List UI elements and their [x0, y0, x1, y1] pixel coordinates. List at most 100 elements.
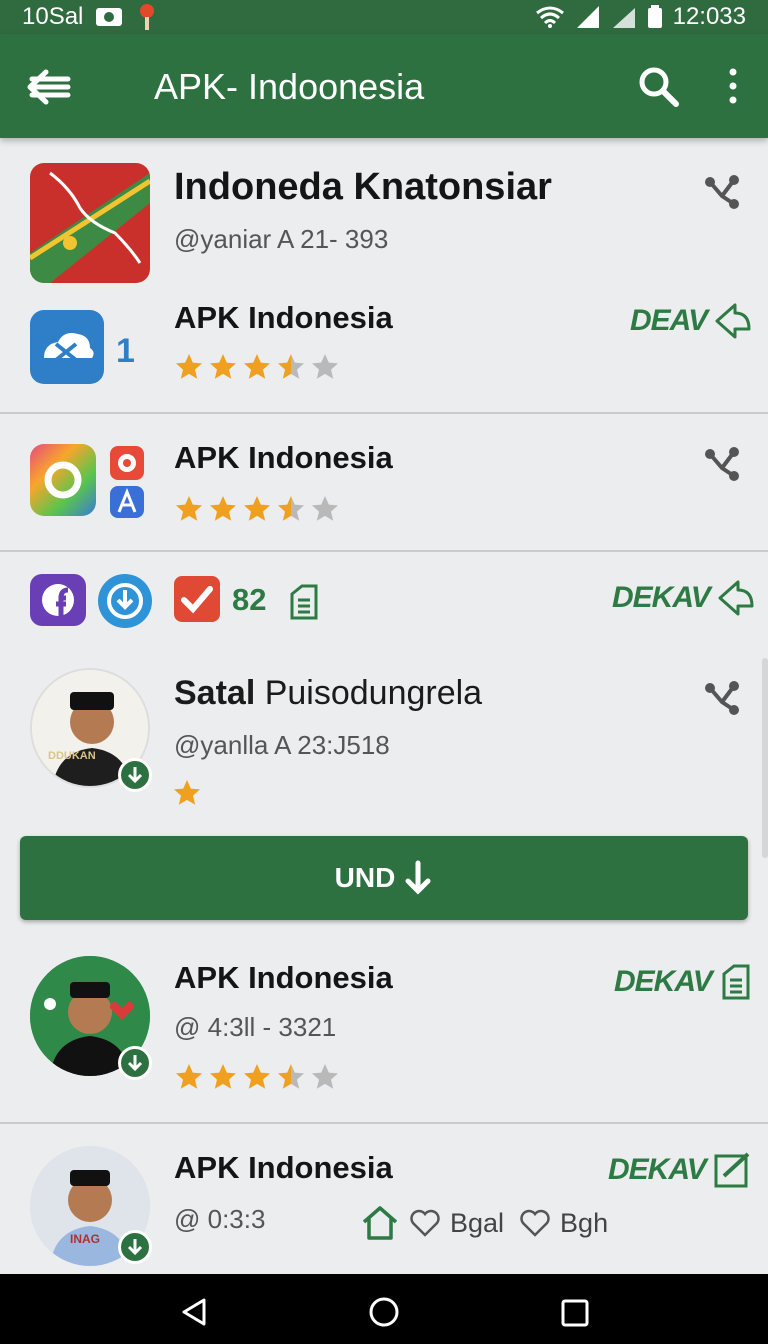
star-icon — [244, 354, 270, 379]
app-handle: @ 4:3ll - 3321 — [174, 1012, 337, 1042]
rating-stars — [172, 778, 202, 808]
star-icon — [312, 1064, 338, 1089]
app-meta: Bgal Bgh — [360, 1204, 608, 1242]
star-icon — [210, 354, 236, 379]
app-count: 1 — [116, 332, 135, 370]
nav-home-icon[interactable] — [368, 1296, 400, 1328]
divider — [0, 1122, 768, 1124]
status-time: 12:033 — [672, 3, 746, 30]
star-icon — [244, 496, 270, 521]
download-arrow-icon — [405, 860, 431, 895]
app-handle: @ 0:3:3 — [174, 1204, 266, 1234]
facebook-icon — [42, 584, 74, 618]
nav-back-icon[interactable] — [178, 1296, 210, 1328]
app-notification-icon — [140, 4, 155, 30]
app-title[interactable]: APK Indonesia — [174, 440, 393, 476]
clipboard-icon — [722, 964, 750, 1000]
app-bar: APK- Indoonesia — [0, 34, 768, 138]
app-title[interactable]: Satal Puisodungrela — [174, 674, 482, 713]
status-carrier: 10Sal — [22, 3, 84, 30]
home-icon[interactable] — [360, 1204, 400, 1242]
action-label: DEKAV — [614, 965, 713, 998]
signal-2-icon — [612, 8, 635, 28]
download-icon — [127, 767, 143, 784]
avatar-caption: DDUKAN — [48, 750, 96, 762]
app-icon-download[interactable] — [98, 574, 152, 628]
action-button[interactable]: DEKAV — [608, 1150, 754, 1190]
app-icon-tasks[interactable] — [174, 576, 220, 622]
avatar-caption: INAG — [70, 1232, 100, 1246]
app-title-bold: Satal — [174, 674, 256, 712]
indonesia-map-icon — [30, 163, 150, 283]
more-vert-icon[interactable] — [718, 64, 748, 108]
rating-stars — [174, 1062, 340, 1092]
download-badge[interactable] — [118, 1230, 152, 1264]
meta-tag: Bgh — [560, 1207, 609, 1238]
download-button-label: UND — [334, 862, 396, 893]
check-icon — [181, 586, 213, 614]
app-icon-facebook[interactable] — [30, 574, 86, 626]
divider — [0, 550, 768, 552]
star-icon — [312, 354, 338, 379]
action-button[interactable]: DEKAV — [612, 578, 756, 618]
app-icon-map[interactable] — [30, 163, 150, 283]
star-icon — [312, 496, 338, 521]
star-icon — [176, 354, 202, 379]
app-title[interactable]: APK Indonesia — [174, 300, 393, 336]
star-icon — [176, 1064, 202, 1089]
star-icon — [174, 780, 200, 805]
action-label: DEKAV — [612, 581, 711, 614]
action-arrow-icon — [718, 580, 754, 616]
app-title[interactable]: APK Indonesia — [174, 1150, 393, 1186]
heart-icon[interactable] — [408, 1207, 442, 1239]
action-label: DEKAV — [608, 1153, 707, 1186]
game-icon — [118, 454, 136, 472]
signal-icon — [576, 6, 599, 28]
action-arrow-icon — [715, 303, 751, 339]
download-icon — [107, 583, 143, 619]
download-badge[interactable] — [118, 758, 152, 792]
page-title: APK- Indoonesia — [154, 66, 425, 107]
store-a-icon — [117, 487, 137, 513]
system-nav-bar — [0, 1274, 768, 1344]
action-button[interactable]: DEKAV — [614, 962, 754, 1002]
app-handle: @yaniar A 21- 393 — [174, 224, 389, 254]
app-title-rest: Puisodungrela — [255, 674, 483, 712]
app-handle: @yanlla A 23:J518 — [174, 730, 390, 760]
search-icon[interactable] — [636, 64, 680, 108]
action-label: DEAV — [630, 304, 708, 337]
app-icon-camera[interactable] — [30, 444, 96, 516]
star-icon — [244, 1064, 270, 1089]
camera-ring-icon — [44, 461, 82, 499]
wifi-icon — [535, 6, 564, 28]
share-icon[interactable] — [702, 172, 742, 212]
app-title[interactable]: Indoneda Knatonsiar — [174, 166, 552, 209]
status-bar: 10Sal 12:033 — [0, 0, 768, 34]
app-icon-cloud[interactable] — [30, 310, 104, 384]
download-icon — [127, 1239, 143, 1256]
cloud-icon — [44, 333, 94, 362]
share-icon[interactable] — [702, 678, 742, 718]
star-icon — [210, 496, 236, 521]
download-badge[interactable] — [118, 1046, 152, 1080]
app-count: 82 — [232, 582, 267, 617]
rating-stars — [174, 352, 340, 382]
heart-icon[interactable] — [518, 1207, 552, 1239]
rating-stars — [174, 494, 340, 524]
app-icon-game[interactable] — [110, 446, 144, 480]
star-icon — [278, 354, 304, 379]
back-arrow-icon[interactable] — [26, 64, 72, 110]
clipboard-icon — [290, 584, 318, 620]
app-icon-store[interactable] — [110, 486, 144, 518]
photo-notification-icon — [96, 8, 123, 26]
star-icon — [278, 1064, 304, 1089]
app-title[interactable]: APK Indonesia — [174, 960, 393, 996]
action-button[interactable]: DEAV — [630, 301, 753, 341]
share-icon[interactable] — [702, 444, 742, 484]
download-button[interactable]: UND — [20, 836, 748, 920]
scrollbar[interactable] — [762, 658, 768, 858]
app-list: Indoneda Knatonsiar @yaniar A 21- 393 1 … — [0, 138, 768, 1274]
nav-recents-icon[interactable] — [560, 1298, 590, 1328]
star-icon — [210, 1064, 236, 1089]
star-icon — [278, 496, 304, 521]
